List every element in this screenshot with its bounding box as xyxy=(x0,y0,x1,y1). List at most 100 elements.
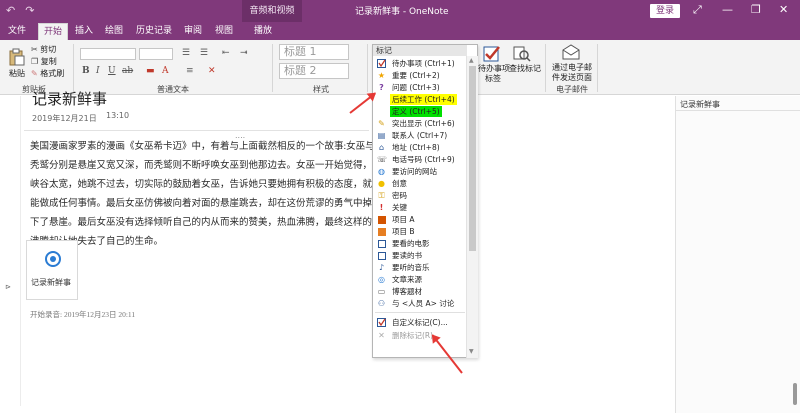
tab-playback[interactable]: 播放 xyxy=(250,23,276,40)
tag-label: 后续工作 (Ctrl+4) xyxy=(390,94,457,105)
tag-item-contact[interactable]: ▤ 联系人 (Ctrl+7) xyxy=(374,130,466,141)
strikethrough-button[interactable]: ab xyxy=(122,66,133,76)
window-title: 记录新鲜事 - OneNote xyxy=(355,7,449,17)
contact-icon: ▤ xyxy=(377,131,386,140)
tag-item-discuss[interactable]: ⚇ 与 <人员 A> 讨论 xyxy=(374,298,466,309)
tag-item-project-a[interactable]: 项目 A xyxy=(374,214,466,225)
redo-icon[interactable]: ↷ xyxy=(25,4,34,17)
brush-icon: ✎ xyxy=(31,69,38,78)
undo-icon[interactable]: ↶ xyxy=(6,4,15,17)
page-date: 2019年12月21日 xyxy=(32,114,97,123)
tag-item-book[interactable]: 要读的书 xyxy=(374,250,466,261)
numbering-icon[interactable]: ☰ xyxy=(200,48,208,58)
remove-tag-menu-item[interactable]: ✕ 删除标记(R) xyxy=(374,330,466,341)
scroll-down-icon[interactable]: ▼ xyxy=(469,348,474,355)
tag-label: 创意 xyxy=(392,179,407,188)
page-scrollbar[interactable] xyxy=(793,383,797,405)
indent-icon[interactable]: ⇤ xyxy=(222,48,230,58)
page-title[interactable]: 记录新鲜事 xyxy=(32,88,107,109)
home-icon: ⌂ xyxy=(378,143,385,152)
outdent-icon[interactable]: ⇥ xyxy=(240,48,248,58)
tab-home[interactable]: 开始 xyxy=(38,23,68,40)
tag-item-phone[interactable]: ☏ 电话号码 (Ctrl+9) xyxy=(374,154,466,165)
find-tags-button[interactable]: 查找标记 xyxy=(509,63,541,74)
question-icon: ? xyxy=(379,83,384,92)
tab-file[interactable]: 文件 xyxy=(4,23,30,40)
maximize-ribbon-icon[interactable]: ⤢ xyxy=(693,3,702,17)
tag-item-critical[interactable]: ! 关键 xyxy=(374,202,466,213)
ribbon-tabs: 文件 开始 插入 绘图 历史记录 审阅 视图 播放 xyxy=(0,22,800,40)
audio-attachment[interactable]: 记录新鲜事 xyxy=(26,240,78,300)
close-button[interactable]: ✕ xyxy=(779,3,788,16)
tag-item-project-b[interactable]: 项目 B xyxy=(374,226,466,237)
tag-item-movie[interactable]: 要看的电影 xyxy=(374,238,466,249)
note-paragraph[interactable]: 美国漫画家罗素的漫画《女巫希卡迈》中，有着与上面截然相反的一个故事:女巫与秃鹫分… xyxy=(30,138,376,252)
tag-item-todo[interactable]: 待办事项 (Ctrl+1) xyxy=(374,58,466,69)
tag-item-idea[interactable]: ● 创意 xyxy=(374,178,466,189)
tag-label: 重要 (Ctrl+2) xyxy=(392,71,440,80)
bullets-icon[interactable]: ☰ xyxy=(182,48,190,58)
tag-item-source[interactable]: ◎ 文章来源 xyxy=(374,274,466,285)
source-icon: ◎ xyxy=(378,275,385,284)
cut-button[interactable]: ✂ 剪切 xyxy=(31,44,56,55)
paste-button[interactable]: 粘贴 xyxy=(9,68,25,79)
tag-item-important[interactable]: ★ 重要 (Ctrl+2) xyxy=(374,70,466,81)
todo-checkbox-icon xyxy=(483,46,500,62)
scroll-thumb[interactable] xyxy=(469,66,476,251)
quick-access-toolbar: ↶ ↷ xyxy=(6,4,34,17)
play-marker-icon[interactable]: ⊳ xyxy=(5,283,11,291)
music-icon: ♪ xyxy=(378,263,385,272)
page-list-item[interactable]: 记录新鲜事 xyxy=(680,99,720,110)
style-heading2[interactable]: 标题 2 xyxy=(279,63,349,79)
tag-item-highlight[interactable]: ✎ 突出显示 (Ctrl+6) xyxy=(374,118,466,129)
tag-label: 自定义标记(C)... xyxy=(392,318,448,327)
menu-separator xyxy=(375,312,465,313)
tab-draw[interactable]: 绘图 xyxy=(101,23,127,40)
tab-history[interactable]: 历史记录 xyxy=(134,23,174,40)
login-button[interactable]: 登录 xyxy=(650,4,680,18)
highlight-icon[interactable]: ▬ xyxy=(146,66,155,76)
tag-label: 要读的书 xyxy=(392,251,422,260)
align-icon[interactable]: ≡ xyxy=(186,66,194,76)
separator xyxy=(272,44,273,92)
restore-button[interactable]: ❐ xyxy=(751,3,761,16)
paste-icon xyxy=(9,48,25,66)
tab-review[interactable]: 审阅 xyxy=(180,23,206,40)
italic-button[interactable]: I xyxy=(96,66,100,76)
font-size-combo[interactable] xyxy=(139,48,173,60)
book-icon xyxy=(377,251,386,260)
font-name-combo[interactable] xyxy=(80,48,136,60)
tag-label: 问题 (Ctrl+3) xyxy=(392,83,440,92)
style-heading1[interactable]: 标题 1 xyxy=(279,44,349,60)
recording-start-time: 开始录音: 2019年12月23日 20:11 xyxy=(30,310,136,319)
custom-tags-menu-item[interactable]: 自定义标记(C)... xyxy=(374,317,466,328)
separator xyxy=(545,44,546,92)
tag-item-music[interactable]: ♪ 要听的音乐 xyxy=(374,262,466,273)
tag-item-question[interactable]: ? 问题 (Ctrl+3) xyxy=(374,82,466,93)
tags-dropdown-scrollbar[interactable]: ▲ ▼ xyxy=(466,56,478,358)
tag-item-definition[interactable]: 定义 (Ctrl+5) xyxy=(374,106,466,117)
tag-item-follow-up[interactable]: 后续工作 (Ctrl+4) xyxy=(374,94,466,105)
tab-view[interactable]: 视图 xyxy=(211,23,237,40)
separator xyxy=(367,44,368,92)
underline-button[interactable]: U xyxy=(108,66,116,76)
pen-icon: ✎ xyxy=(378,119,385,128)
minimize-button[interactable]: — xyxy=(722,3,733,16)
tag-item-address[interactable]: ⌂ 地址 (Ctrl+8) xyxy=(374,142,466,153)
bold-button[interactable]: B xyxy=(82,66,90,76)
tag-item-blog[interactable]: ▭ 博客题材 xyxy=(374,286,466,297)
font-color-icon[interactable]: A xyxy=(162,66,169,76)
format-painter-button[interactable]: ✎ 格式刷 xyxy=(31,68,64,79)
tab-insert[interactable]: 插入 xyxy=(71,23,97,40)
clear-format-icon[interactable]: ✕ xyxy=(208,66,216,76)
copy-button[interactable]: ❐ 复制 xyxy=(31,56,57,67)
tag-item-website[interactable]: ◍ 要访问的网站 xyxy=(374,166,466,177)
pane-divider xyxy=(676,110,800,111)
people-icon: ⚇ xyxy=(377,299,386,308)
title-underline xyxy=(24,130,369,131)
scroll-up-icon[interactable]: ▲ xyxy=(469,57,474,64)
tag-item-password[interactable]: ⚿ 密码 xyxy=(374,190,466,201)
separator xyxy=(597,44,598,92)
tag-label: 要看的电影 xyxy=(392,239,430,248)
tag-label: 突出显示 (Ctrl+6) xyxy=(392,119,455,128)
